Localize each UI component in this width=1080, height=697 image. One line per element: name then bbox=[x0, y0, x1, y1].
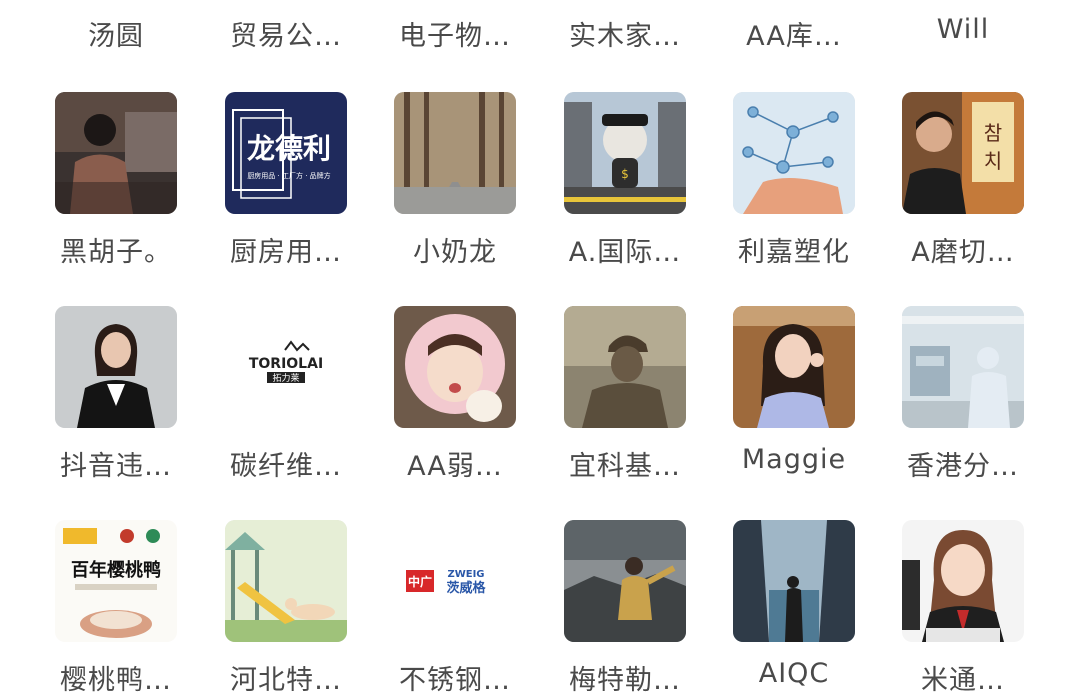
contact-name: 碳纤维… bbox=[230, 451, 342, 482]
contact-name: 小奶龙 bbox=[413, 237, 497, 268]
contact-name: A磨切… bbox=[911, 237, 1015, 268]
contact-name: 不锈钢… bbox=[399, 665, 511, 696]
svg-text:$: $ bbox=[621, 167, 629, 181]
avatar[interactable] bbox=[733, 306, 855, 428]
contact-name: 香港分… bbox=[907, 451, 1019, 482]
avatar[interactable] bbox=[902, 306, 1024, 428]
contact-name: Maggie bbox=[741, 444, 847, 475]
contact-grid: 汤圆 贸易公… 电子物… 实木家… AA库… Will 黑胡子。 龙德利 厨房用… bbox=[0, 0, 1080, 696]
avatar[interactable]: 龙德利 厨房用品 · 工厂方 · 品牌方 bbox=[225, 92, 347, 214]
contact-name: 抖音违… bbox=[60, 451, 172, 482]
avatar-image bbox=[394, 306, 516, 428]
brand-logo-text: 龙德利 bbox=[247, 132, 331, 165]
brand-logo-text: ZWEIG bbox=[447, 569, 484, 580]
contact-name: 黑胡子。 bbox=[60, 237, 172, 268]
avatar-image: $ bbox=[564, 92, 686, 214]
brand-logo-subtext: 拓力莱 bbox=[272, 372, 299, 384]
avatar[interactable] bbox=[564, 306, 686, 428]
brand-logo-subtext: 茨威格 bbox=[446, 580, 486, 596]
contact-name: 汤圆 bbox=[88, 21, 144, 52]
avatar[interactable] bbox=[55, 92, 177, 214]
avatar-image bbox=[902, 306, 1024, 428]
avatar-image bbox=[55, 306, 177, 428]
avatar[interactable]: 中广 ZWEIG 茨威格 bbox=[394, 520, 516, 642]
avatar-image bbox=[733, 306, 855, 428]
avatar[interactable]: $ bbox=[564, 92, 686, 214]
contact-name: 贸易公… bbox=[230, 21, 342, 52]
avatar-image: TORIOLAI 拓力莱 bbox=[225, 306, 347, 428]
avatar-image bbox=[733, 92, 855, 214]
contact-name: 利嘉塑化 bbox=[738, 237, 850, 268]
avatar[interactable] bbox=[564, 520, 686, 642]
avatar[interactable] bbox=[225, 520, 347, 642]
avatar[interactable] bbox=[394, 306, 516, 428]
contact-name: Will bbox=[936, 14, 990, 45]
contact-name: AIQC bbox=[758, 658, 830, 689]
brand-logo-subtext: 厨房用品 · 工厂方 · 品牌方 bbox=[247, 171, 330, 180]
avatar[interactable] bbox=[55, 306, 177, 428]
avatar-image bbox=[225, 520, 347, 642]
avatar-image bbox=[394, 92, 516, 214]
avatar[interactable] bbox=[902, 520, 1024, 642]
contact-name: 梅特勒… bbox=[569, 665, 681, 696]
avatar-image bbox=[564, 520, 686, 642]
contact-name: 宜科基… bbox=[569, 451, 681, 482]
avatar-image bbox=[733, 520, 855, 642]
brand-logo-badge: 中广 bbox=[408, 574, 432, 589]
contact-name: 樱桃鸭… bbox=[60, 665, 172, 696]
avatar-image: 百年樱桃鸭 bbox=[55, 520, 177, 642]
avatar[interactable]: TORIOLAI 拓力莱 bbox=[225, 306, 347, 428]
avatar[interactable]: 百年樱桃鸭 bbox=[55, 520, 177, 642]
avatar[interactable]: 참 치 bbox=[902, 92, 1024, 214]
avatar-image bbox=[902, 520, 1024, 642]
contact-name: 河北特… bbox=[230, 665, 342, 696]
avatar[interactable] bbox=[394, 92, 516, 214]
avatar-image: 龙德利 厨房用品 · 工厂方 · 品牌方 bbox=[225, 92, 347, 214]
brand-poster-text: 百年樱桃鸭 bbox=[71, 559, 161, 581]
avatar-image bbox=[55, 92, 177, 214]
avatar-image: 中广 ZWEIG 茨威格 bbox=[394, 520, 516, 642]
avatar-image bbox=[564, 306, 686, 428]
contact-name: 实木家… bbox=[569, 21, 681, 52]
contact-name: A.国际… bbox=[568, 237, 682, 268]
contact-name: 厨房用… bbox=[230, 237, 342, 268]
svg-text:치: 치 bbox=[984, 149, 1002, 173]
contact-name: AA库… bbox=[746, 21, 842, 52]
avatar[interactable] bbox=[733, 92, 855, 214]
contact-name: 电子物… bbox=[399, 21, 511, 52]
brand-logo-text: TORIOLAI bbox=[249, 356, 323, 372]
avatar-image: 참 치 bbox=[902, 92, 1024, 214]
contact-name: AA弱… bbox=[407, 451, 503, 482]
contact-name: 米通… bbox=[921, 665, 1005, 696]
avatar[interactable] bbox=[733, 520, 855, 642]
svg-text:참: 참 bbox=[984, 121, 1002, 145]
